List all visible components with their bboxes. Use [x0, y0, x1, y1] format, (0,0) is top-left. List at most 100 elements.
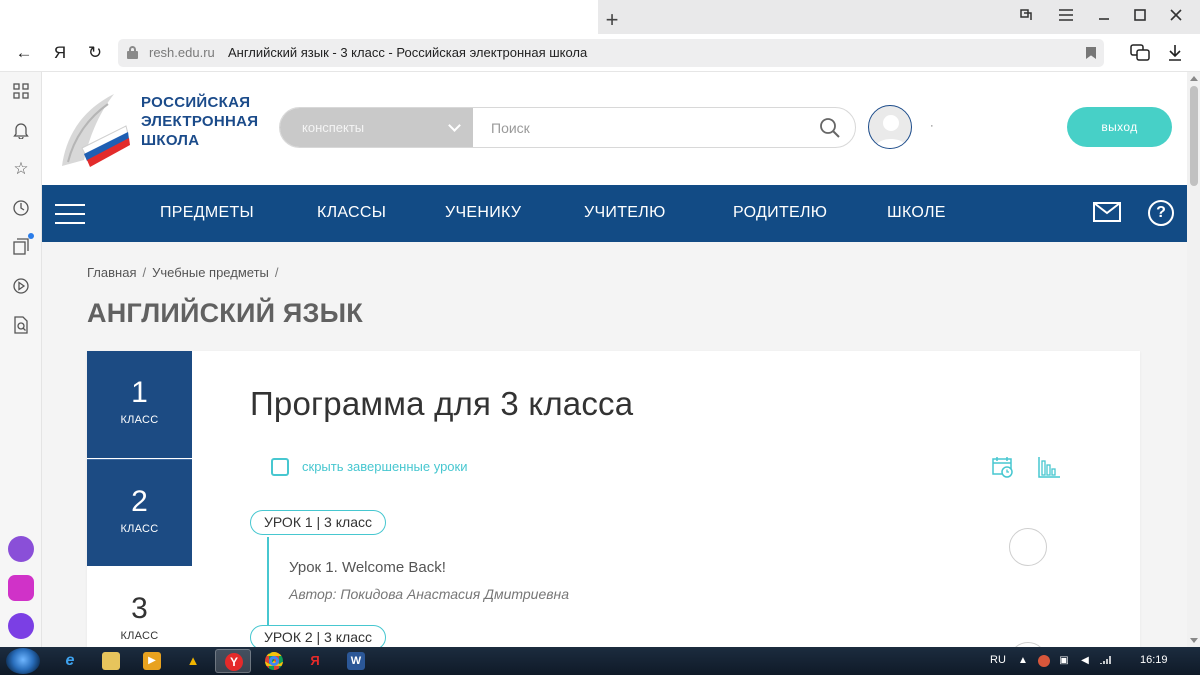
star-icon[interactable]: ☆ [10, 158, 32, 180]
media-player-icon: ▶ [143, 652, 161, 670]
collections-icon[interactable] [10, 236, 32, 258]
grade-number: 2 [131, 485, 148, 518]
hide-completed-label[interactable]: скрыть завершенные уроки [302, 459, 467, 474]
help-icon[interactable]: ? [1148, 200, 1174, 226]
browser-sidebar: ☆ [0, 72, 42, 647]
nav-item-student[interactable]: УЧЕНИКУ [445, 204, 521, 222]
lesson-badge[interactable]: УРОК 1 | 3 класс [250, 510, 386, 535]
hamburger-menu-icon[interactable] [55, 204, 85, 224]
taskbar-word[interactable]: W [338, 649, 374, 673]
yandex-home-button[interactable]: Я [48, 41, 72, 65]
taskbar-chrome[interactable] [256, 649, 292, 673]
breadcrumb-subjects[interactable]: Учебные предметы [152, 265, 269, 280]
tray-expand-icon[interactable]: ▲ [1017, 655, 1029, 667]
language-indicator[interactable]: RU [990, 654, 1006, 666]
active-tab[interactable] [0, 0, 598, 34]
grade-label: КЛАСС [120, 523, 159, 535]
scroll-down-arrow-icon[interactable] [1190, 638, 1198, 643]
sidebar-app-magenta-icon[interactable] [8, 575, 34, 601]
nav-item-subjects[interactable]: ПРЕДМЕТЫ [160, 204, 254, 222]
url-domain: resh.edu.ru [149, 45, 215, 60]
alice-assistant-icon[interactable] [8, 613, 34, 639]
apps-grid-icon[interactable] [10, 80, 32, 102]
sidebar-app-purple-icon[interactable] [8, 536, 34, 562]
grade-label: КЛАСС [120, 414, 159, 426]
search-bar: конспекты [279, 107, 856, 148]
history-clock-icon[interactable] [10, 197, 32, 219]
lesson-status-circle[interactable] [1009, 528, 1047, 566]
program-title: Программа для 3 класса [250, 385, 634, 422]
grade-number: 1 [131, 376, 148, 409]
new-tab-button[interactable]: + [600, 8, 624, 32]
breadcrumb-separator: / [274, 265, 279, 280]
maximize-icon[interactable] [1126, 4, 1154, 26]
taskbar-media-player[interactable]: ▶ [134, 649, 170, 673]
start-button[interactable] [6, 648, 40, 674]
taskbar-yandex-browser[interactable]: Y [215, 649, 251, 673]
nav-item-parent[interactable]: РОДИТЕЛЮ [733, 204, 827, 222]
site-logo-text[interactable]: РОССИЙСКАЯ ЭЛЕКТРОННАЯ ШКОЛА [141, 93, 281, 150]
lesson-title-link[interactable]: Урок 1. Welcome Back! [289, 559, 446, 576]
logo-line-2: ЭЛЕКТРОННАЯ [141, 113, 259, 130]
taskbar-explorer[interactable] [93, 649, 129, 673]
app-orange-icon: ▲ [186, 653, 200, 668]
translate-icon[interactable] [1128, 41, 1152, 65]
hide-completed-checkbox[interactable] [271, 458, 289, 476]
taskbar-ie[interactable]: e [52, 649, 88, 673]
notification-dot [28, 233, 34, 239]
tray-network-icon[interactable]: ▣ [1058, 655, 1070, 667]
word-icon: W [347, 652, 365, 670]
download-icon[interactable] [1163, 41, 1187, 65]
logout-button[interactable]: выход [1067, 107, 1172, 147]
minimize-icon[interactable] [1090, 4, 1118, 26]
resh-logo-icon[interactable] [56, 88, 132, 172]
grade-number: 3 [131, 592, 148, 625]
grade-label: КЛАСС [120, 630, 159, 642]
mail-icon[interactable] [1093, 202, 1121, 222]
user-silhouette-icon [875, 115, 907, 148]
search-input[interactable] [473, 108, 813, 147]
system-clock[interactable]: 16:19 [1140, 654, 1168, 666]
scroll-up-arrow-icon[interactable] [1190, 76, 1198, 81]
menu-icon[interactable] [1052, 4, 1080, 26]
user-avatar[interactable] [868, 105, 912, 149]
nav-item-school[interactable]: ШКОЛЕ [887, 204, 946, 222]
document-search-icon[interactable] [10, 314, 32, 336]
site-header: РОССИЙСКАЯ ЭЛЕКТРОННАЯ ШКОЛА конспекты ·… [42, 72, 1187, 185]
bookmark-icon[interactable] [1086, 47, 1096, 59]
nav-item-teacher[interactable]: УЧИТЕЛЮ [584, 204, 666, 222]
chrome-icon [265, 652, 283, 670]
volume-icon[interactable]: ◀ [1079, 655, 1091, 667]
user-name[interactable]: · [930, 120, 934, 132]
taskbar-yandex[interactable]: Я [297, 649, 333, 673]
program-card: 1 КЛАСС 2 КЛАСС 3 КЛАСС Программа для 3 … [87, 351, 1140, 647]
video-play-icon[interactable] [10, 275, 32, 297]
back-button[interactable]: ← [12, 41, 36, 65]
breadcrumb-home[interactable]: Главная [87, 265, 136, 280]
grade-tab-2[interactable]: 2 КЛАСС [87, 459, 192, 566]
logo-line-1: РОССИЙСКАЯ [141, 94, 251, 111]
nav-item-classes[interactable]: КЛАССЫ [317, 204, 386, 222]
grade-tab-1[interactable]: 1 КЛАСС [87, 351, 192, 458]
close-icon[interactable] [1162, 4, 1190, 26]
search-icon[interactable] [819, 117, 841, 139]
page-scrollbar[interactable] [1187, 72, 1200, 647]
windows-taskbar: e ▶ ▲ Y Я W RU ▲ ▣ ◀ 16:19 [0, 647, 1200, 675]
tabs-menu-icon[interactable] [1012, 4, 1040, 26]
yandex-icon: Я [310, 653, 320, 668]
tray-app-icon[interactable] [1038, 655, 1050, 667]
url-field[interactable]: resh.edu.ru Английский язык - 3 класс - … [118, 39, 1104, 67]
reload-button[interactable]: ↻ [83, 41, 107, 65]
statistics-chart-icon[interactable] [1037, 456, 1061, 478]
ie-icon: e [65, 652, 75, 669]
bell-icon[interactable] [10, 119, 32, 141]
page-title: АНГЛИЙСКИЙ ЯЗЫК [87, 298, 363, 328]
taskbar-app-orange[interactable]: ▲ [175, 649, 211, 673]
folder-icon [102, 652, 120, 670]
browser-tab-strip: + [0, 0, 1200, 34]
url-page-title: Английский язык - 3 класс - Российская э… [228, 45, 588, 60]
search-category-select[interactable]: конспекты [280, 108, 473, 147]
signal-bars-icon[interactable] [1100, 655, 1112, 667]
calendar-icon[interactable] [992, 456, 1014, 478]
scroll-thumb[interactable] [1190, 86, 1198, 186]
